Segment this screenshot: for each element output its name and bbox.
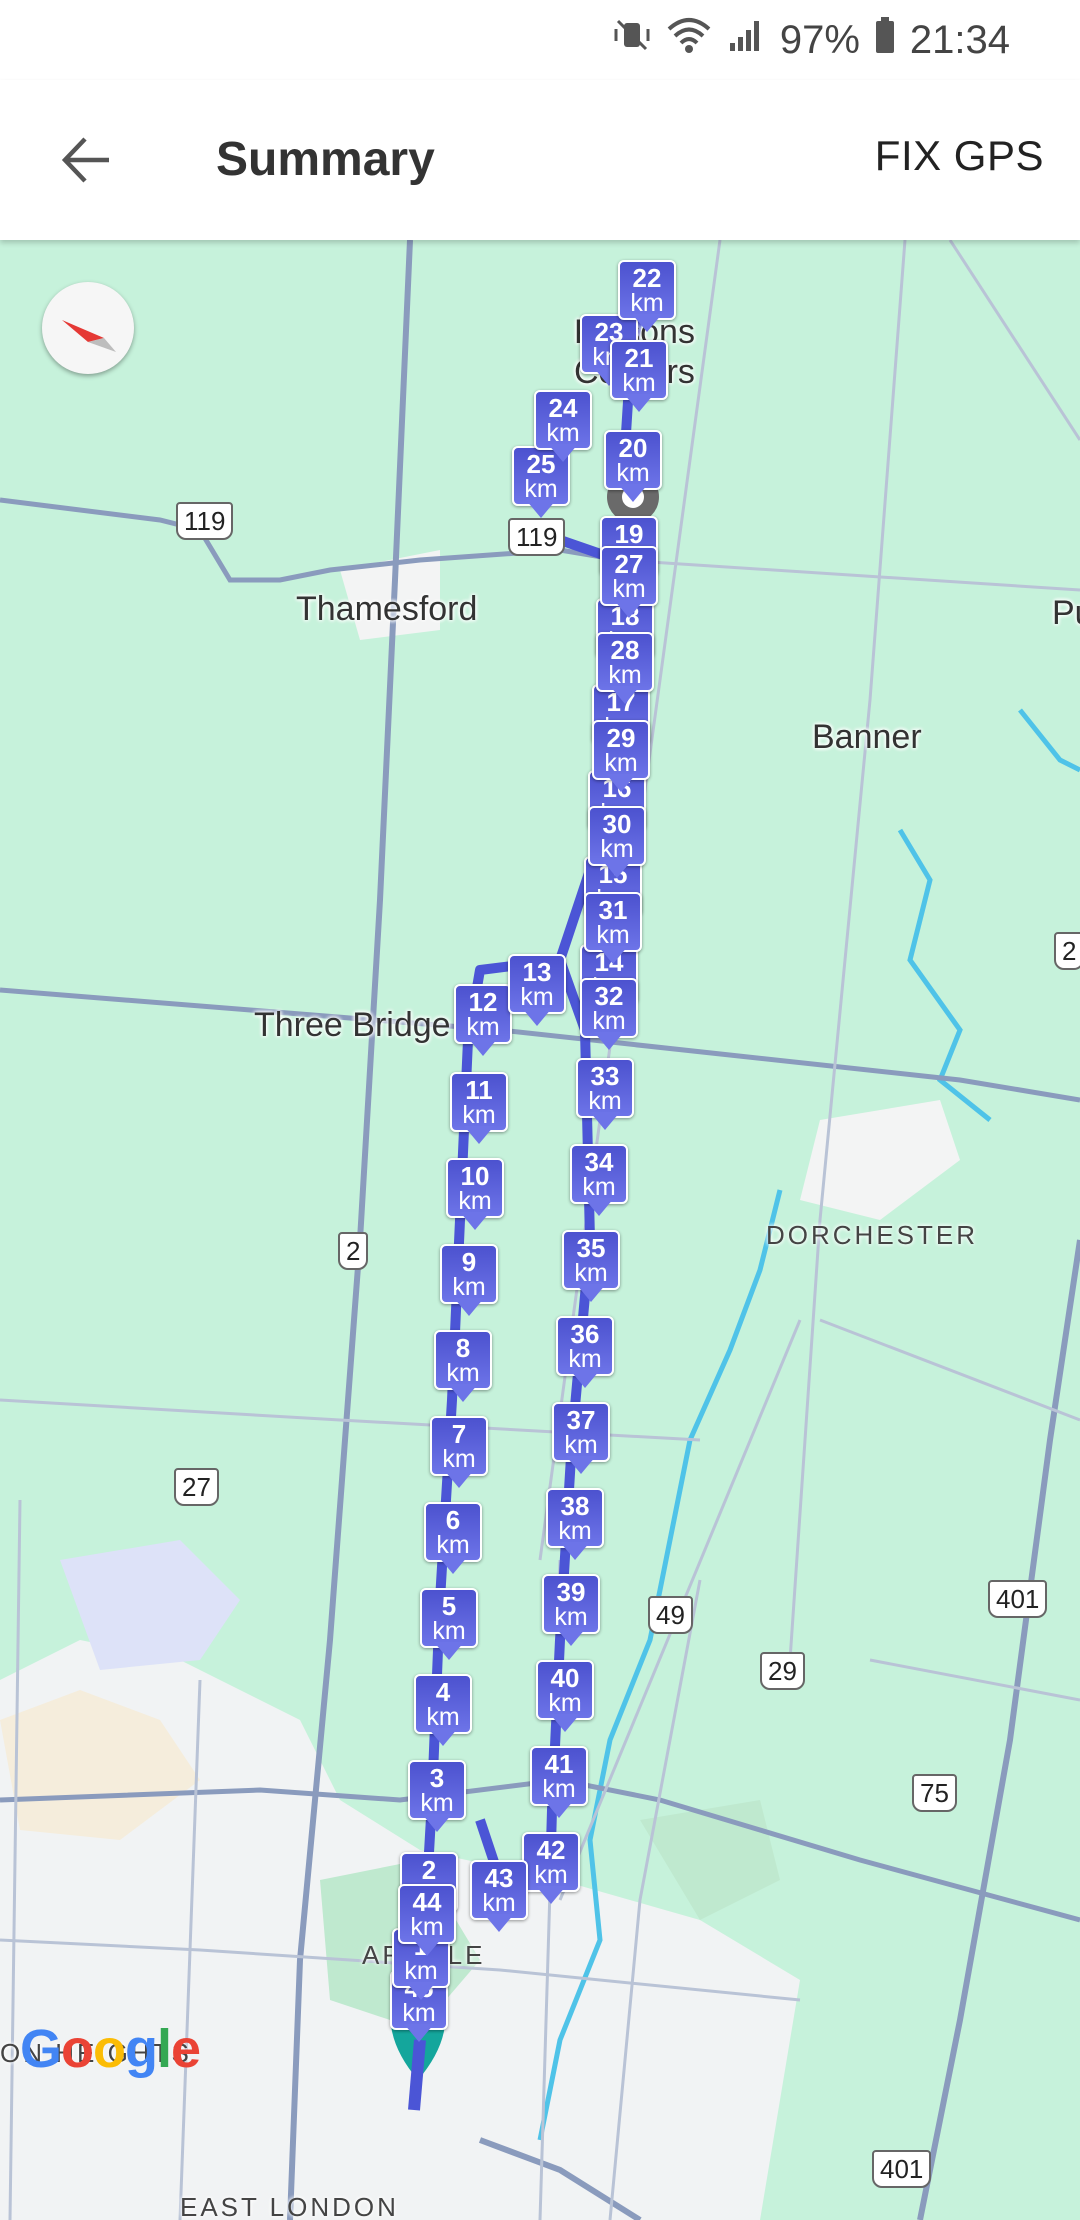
km-marker[interactable]: 38 km xyxy=(546,1488,604,1562)
road-shield-2-east: 2 xyxy=(1054,932,1080,970)
clock: 21:34 xyxy=(909,17,1010,62)
km-marker[interactable]: 13 km xyxy=(508,954,566,1028)
road-shield-27: 27 xyxy=(174,1468,219,1506)
km-marker[interactable]: 36 km xyxy=(556,1316,614,1390)
place-label-thamesford: Thamesford xyxy=(296,590,478,628)
km-marker[interactable]: 29 km xyxy=(592,720,650,794)
road-shield-119-b: 119 xyxy=(508,518,566,556)
compass-needle-icon xyxy=(62,320,116,352)
google-logo: Google xyxy=(20,2019,201,2079)
place-label-east-london: EAST LONDON xyxy=(180,2192,399,2220)
arrow-left-icon xyxy=(61,137,109,183)
km-marker[interactable]: 20 km xyxy=(604,430,662,504)
km-marker[interactable]: 41 km xyxy=(530,1746,588,1820)
km-marker[interactable]: 31 km xyxy=(584,892,642,966)
km-marker[interactable]: 34 km xyxy=(570,1144,628,1218)
km-marker[interactable]: 24 km xyxy=(534,390,592,464)
wifi-icon xyxy=(666,15,712,65)
km-marker[interactable]: 9 km xyxy=(440,1244,498,1318)
km-marker[interactable]: 27 km xyxy=(600,546,658,620)
km-marker[interactable]: 10 km xyxy=(446,1158,504,1232)
battery-icon xyxy=(874,15,896,65)
map-view[interactable]: Thamesford Banner Three Bridge DORCHESTE… xyxy=(0,240,1080,2220)
km-marker[interactable]: 39 km xyxy=(542,1574,600,1648)
road-shield-29: 29 xyxy=(760,1652,805,1690)
road-shield-2: 2 xyxy=(338,1232,369,1270)
km-marker[interactable]: 8 km xyxy=(434,1330,492,1404)
back-button[interactable] xyxy=(48,122,124,198)
km-marker[interactable]: 40 km xyxy=(536,1660,594,1734)
place-label-dorchester: DORCHESTER xyxy=(766,1220,979,1250)
km-marker[interactable]: 28 km xyxy=(596,632,654,706)
road-shield-119: 119 xyxy=(176,502,234,540)
place-label-three-bridges: Three Bridge xyxy=(254,1006,451,1044)
fix-gps-button[interactable]: FIX GPS xyxy=(875,132,1044,180)
page-title: Summary xyxy=(216,133,435,186)
battery-percent: 97% xyxy=(779,17,860,62)
km-marker[interactable]: 6 km xyxy=(424,1502,482,1576)
km-marker[interactable]: 42 km xyxy=(522,1832,580,1906)
mute-vibrate-icon xyxy=(612,15,652,65)
road-shield-401-b: 401 xyxy=(872,2150,932,2188)
road-shield-75: 75 xyxy=(912,1774,957,1812)
km-marker[interactable]: 22 km xyxy=(618,260,676,334)
km-marker[interactable]: 33 km xyxy=(576,1058,634,1132)
place-label-banner: Banner xyxy=(812,718,922,756)
km-marker[interactable]: 32 km xyxy=(580,978,638,1052)
place-label-pu: Pu xyxy=(1052,594,1080,632)
status-bar: 97% 21:34 xyxy=(0,0,1080,80)
km-marker[interactable]: 37 km xyxy=(552,1402,610,1476)
app-bar: Summary FIX GPS xyxy=(0,80,1080,240)
km-marker[interactable]: 3 km xyxy=(408,1760,466,1834)
km-marker[interactable]: 4 km xyxy=(414,1674,472,1748)
km-marker[interactable]: 35 km xyxy=(562,1230,620,1304)
km-marker[interactable]: 12 km xyxy=(454,984,512,1058)
km-marker[interactable]: 7 km xyxy=(430,1416,488,1490)
km-marker[interactable]: 11 km xyxy=(450,1072,508,1146)
road-shield-49: 49 xyxy=(648,1596,693,1634)
compass-button[interactable] xyxy=(42,282,134,374)
km-marker[interactable]: 30 km xyxy=(588,806,646,880)
status-icons: 97% 21:34 xyxy=(612,14,1010,66)
km-marker[interactable]: 5 km xyxy=(420,1588,478,1662)
road-shield-401: 401 xyxy=(988,1580,1048,1618)
km-marker[interactable]: 44 km xyxy=(398,1884,456,1958)
km-marker[interactable]: 43 km xyxy=(470,1860,528,1934)
signal-icon xyxy=(726,15,766,65)
km-marker[interactable]: 21 km xyxy=(610,340,668,414)
